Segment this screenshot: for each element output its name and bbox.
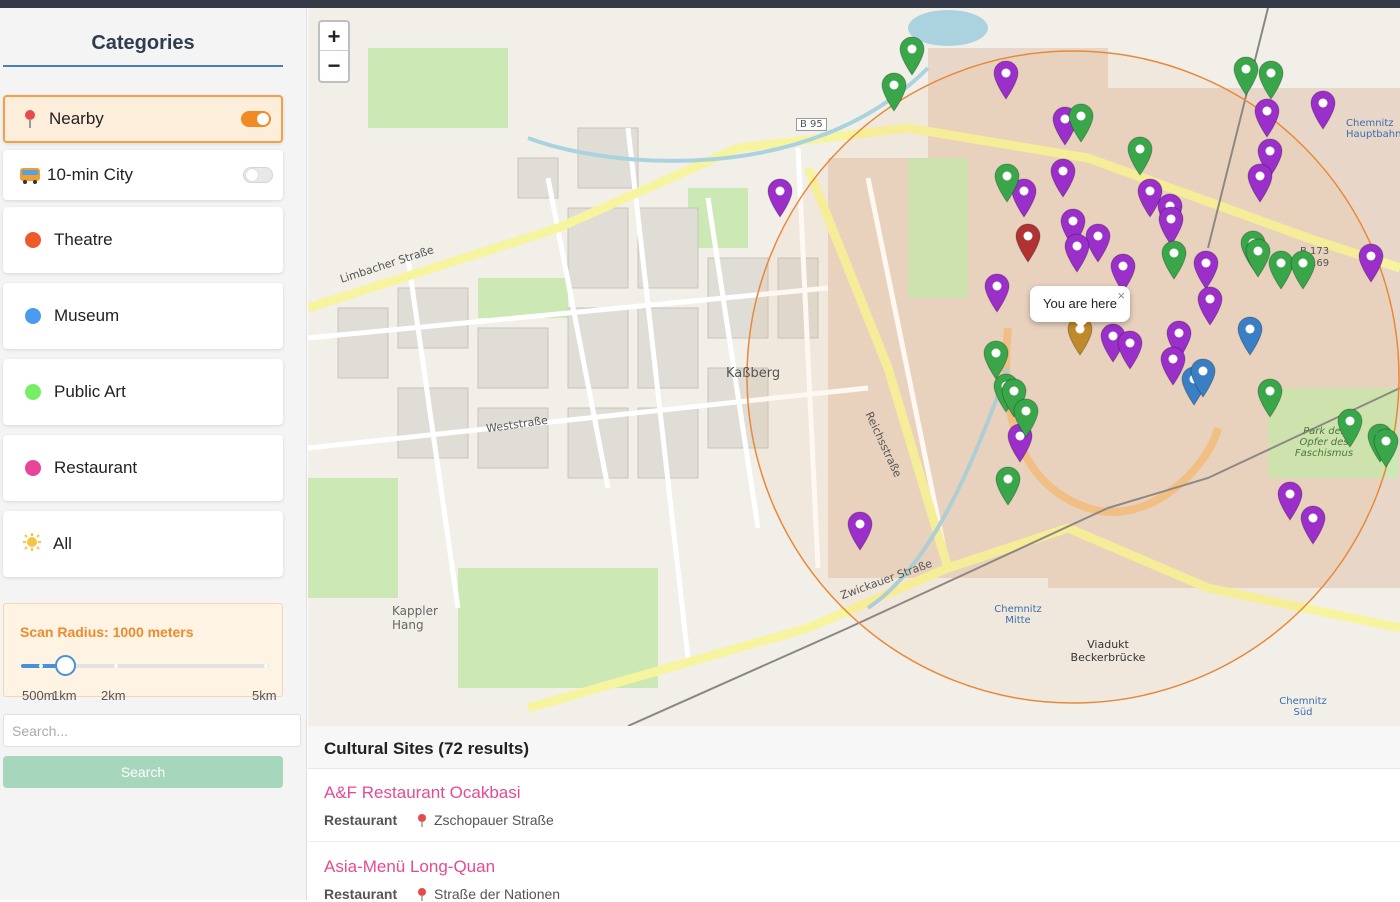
scan-radius-label: Scan Radius: 1000 meters (20, 624, 194, 640)
restaurant-dot-icon (25, 460, 41, 476)
nearby-toggle[interactable] (241, 111, 271, 127)
restaurant-marker[interactable] (1300, 505, 1326, 545)
result-item[interactable]: A&F Restaurant Ocakbasi Restaurant Zscho… (308, 769, 1400, 842)
theatre-marker[interactable] (1015, 223, 1041, 263)
bus-icon (19, 164, 40, 186)
public-art-marker[interactable] (1161, 240, 1187, 280)
category-public-art[interactable]: Public Art (3, 359, 283, 425)
scan-radius-panel: Scan Radius: 1000 meters 500m 1km 2km 5k… (3, 603, 283, 703)
sun-icon (23, 533, 41, 555)
restaurant-marker[interactable] (1247, 163, 1273, 203)
category-label: Public Art (54, 382, 126, 401)
pin-icon (418, 888, 426, 901)
map-label-b95: B 95 (796, 118, 827, 131)
theatre-dot-icon (25, 232, 41, 248)
map-tiles (308, 8, 1400, 726)
result-name[interactable]: Asia-Menü Long-Quan (324, 857, 495, 877)
restaurant-marker[interactable] (1064, 233, 1090, 273)
public-art-marker[interactable] (1013, 398, 1039, 438)
map-label-viadukt: Viadukt Beckerbrücke (1070, 638, 1146, 664)
museum-marker[interactable] (1190, 358, 1216, 398)
tick-1km: 1km (52, 688, 77, 703)
public-art-dot-icon (25, 384, 41, 400)
map-label-kassberg: Kaßberg (726, 366, 781, 381)
result-address: Zschopauer Straße (416, 812, 554, 828)
public-art-marker[interactable] (995, 466, 1021, 506)
search-input[interactable] (3, 714, 301, 747)
pin-icon (418, 814, 426, 827)
category-nearby[interactable]: Nearby (3, 95, 283, 143)
popup-close-icon[interactable]: × (1117, 288, 1125, 303)
category-restaurant[interactable]: Restaurant (3, 435, 283, 501)
restaurant-marker[interactable] (1117, 330, 1143, 370)
public-art-marker[interactable] (994, 163, 1020, 203)
public-art-marker[interactable] (1068, 103, 1094, 143)
public-art-marker[interactable] (1290, 250, 1316, 290)
public-art-marker[interactable] (1127, 136, 1153, 176)
tick-dot (264, 664, 268, 668)
map-label-mitte: Chemnitz Mitte (994, 604, 1042, 626)
tick-5km: 5km (252, 688, 277, 703)
restaurant-marker[interactable] (1310, 90, 1336, 130)
museum-marker[interactable] (1237, 316, 1263, 356)
popup-text: You are here (1043, 296, 1117, 311)
popup-tip (1073, 320, 1089, 328)
restaurant-marker[interactable] (1193, 250, 1219, 290)
category-label: 10-min City (47, 165, 133, 184)
ten-min-toggle[interactable] (243, 167, 273, 183)
restaurant-marker[interactable] (767, 178, 793, 218)
public-art-marker[interactable] (1258, 60, 1284, 100)
map-label-kappler: Kappler Hang (392, 604, 438, 632)
top-bar (0, 0, 1400, 8)
category-label: Restaurant (54, 458, 138, 477)
result-name[interactable]: A&F Restaurant Ocakbasi (324, 783, 521, 803)
restaurant-marker[interactable] (847, 511, 873, 551)
sidebar-title: Categories (3, 32, 283, 67)
results-panel: Cultural Sites (72 results) A&F Restaura… (308, 726, 1400, 902)
map-label-hbf: Chemnitz Hauptbahnhof (1346, 118, 1400, 140)
map-label-sued: Chemnitz Süd (1279, 696, 1327, 718)
result-category: Restaurant (324, 812, 398, 828)
category-label: Museum (54, 306, 120, 325)
zoom-in-button[interactable]: + (320, 22, 348, 51)
restaurant-marker[interactable] (1197, 286, 1223, 326)
public-art-marker[interactable] (881, 72, 907, 112)
category-theatre[interactable]: Theatre (3, 207, 283, 273)
category-label: All (53, 534, 72, 553)
public-art-marker[interactable] (1373, 428, 1399, 468)
result-address-text: Zschopauer Straße (434, 812, 554, 828)
zoom-control: + − (318, 20, 350, 83)
restaurant-marker[interactable] (993, 60, 1019, 100)
tick-500m: 500m (22, 688, 55, 703)
category-museum[interactable]: Museum (3, 283, 283, 349)
category-all[interactable]: All (3, 511, 283, 577)
public-art-marker[interactable] (1337, 408, 1363, 448)
zoom-out-button[interactable]: − (320, 51, 348, 80)
search-button[interactable]: Search (3, 756, 283, 788)
public-art-marker[interactable] (1257, 378, 1283, 418)
location-popup: You are here × (1030, 286, 1130, 328)
tick-dot (114, 664, 118, 668)
public-art-marker[interactable] (1233, 56, 1259, 96)
pin-icon (21, 108, 39, 130)
category-label: Nearby (49, 109, 104, 128)
tick-dot (39, 664, 43, 668)
restaurant-marker[interactable] (1254, 98, 1280, 138)
restaurant-marker[interactable] (1050, 158, 1076, 198)
sidebar: Categories Nearby 10-min City Theatre Mu… (0, 8, 307, 900)
museum-dot-icon (25, 308, 41, 324)
tick-2km: 2km (101, 688, 126, 703)
result-item[interactable]: Asia-Menü Long-Quan Restaurant Straße de… (308, 843, 1400, 902)
results-title: Cultural Sites (72 results) (308, 726, 1400, 769)
restaurant-marker[interactable] (984, 273, 1010, 313)
public-art-marker[interactable] (899, 36, 925, 76)
map[interactable]: Kaßberg Chemnitz Hauptbahnhof Chemnitz M… (308, 8, 1400, 726)
category-label: Theatre (54, 230, 113, 249)
radius-slider-handle[interactable] (55, 655, 76, 676)
category-10-min-city[interactable]: 10-min City (3, 150, 283, 200)
restaurant-marker[interactable] (1358, 243, 1384, 283)
